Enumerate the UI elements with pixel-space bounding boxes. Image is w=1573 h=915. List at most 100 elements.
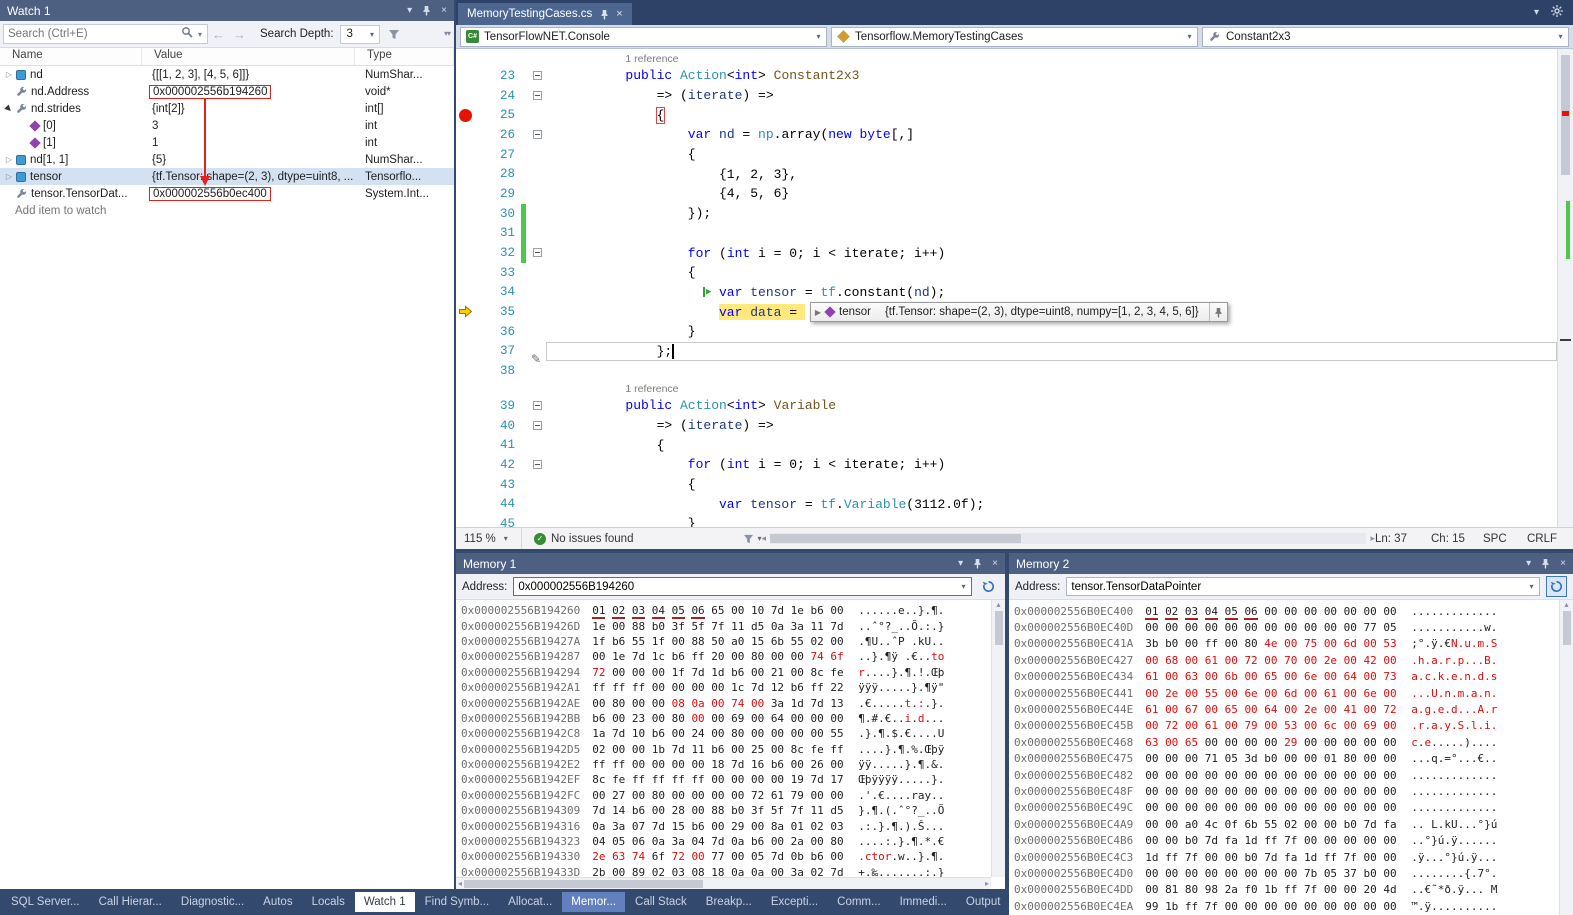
bottom-tab-allocat[interactable]: Allocat...: [499, 892, 561, 912]
codelens-references[interactable]: 1 reference: [625, 53, 678, 65]
watch-row[interactable]: tensor.TensorDat...0x000002556b0ec400Sys…: [0, 185, 454, 202]
code-line-32[interactable]: 32for (int i = 0; i < iterate; i++): [456, 243, 1557, 263]
gear-icon[interactable]: [1551, 5, 1563, 20]
memory-1-hex-dump[interactable]: 0x000002556B1942600102030405066500107d1e…: [456, 600, 1005, 889]
watch-row[interactable]: Add item to watch: [0, 202, 454, 219]
scroll-left-icon[interactable]: ◂: [761, 533, 766, 544]
bottom-tab-locals[interactable]: Locals: [303, 892, 354, 912]
expander-closed-icon[interactable]: ▷: [3, 172, 15, 181]
bottom-tab-comm[interactable]: Comm...: [828, 892, 889, 912]
search-back-icon[interactable]: ←: [212, 27, 225, 42]
datatip-expander-icon[interactable]: ▶: [811, 308, 825, 317]
chevron-down-icon[interactable]: ▾: [1553, 32, 1568, 41]
expander-open-icon[interactable]: ▶: [2, 101, 17, 116]
code-line-39[interactable]: 39public Action<int> Variable: [456, 396, 1557, 416]
filter-icon[interactable]: [388, 29, 400, 40]
scroll-right-icon[interactable]: ▸: [985, 879, 989, 888]
close-icon[interactable]: ×: [992, 559, 998, 569]
code-line-26[interactable]: 26var nd = np.array(new byte[,]: [456, 125, 1557, 145]
address-combo[interactable]: ▾: [513, 577, 972, 596]
code-line-45[interactable]: 45}: [456, 514, 1557, 527]
watch-column-type[interactable]: Type: [355, 48, 454, 65]
bottom-tab-memor[interactable]: Memor...: [562, 892, 625, 912]
project-dropdown[interactable]: C# TensorFlowNET.Console ▾: [460, 27, 827, 47]
chevron-down-icon[interactable]: ▾: [504, 534, 508, 543]
pin-icon[interactable]: [1541, 558, 1550, 569]
watch-titlebar[interactable]: Watch 1 ▾ ×: [0, 0, 454, 21]
code-line-43[interactable]: 43{: [456, 475, 1557, 495]
code-line-29[interactable]: 29{4, 5, 6}: [456, 184, 1557, 204]
chevron-down-icon[interactable]: ▾: [366, 30, 379, 39]
fold-collapse-icon[interactable]: [533, 421, 542, 430]
close-icon[interactable]: ×: [1560, 559, 1566, 569]
code-line-30[interactable]: 30});: [456, 204, 1557, 224]
window-menu-icon[interactable]: ▾: [958, 559, 963, 569]
editor-horizontal-scrollbar[interactable]: [770, 533, 1366, 544]
code-line-24[interactable]: 24=> (iterate) =>: [456, 86, 1557, 106]
code-line-25[interactable]: 25{: [456, 105, 1557, 125]
breakpoint-icon[interactable]: [459, 109, 472, 122]
memory-2-hex-dump[interactable]: 0x000002556B0EC4000102030405060000000000…: [1009, 600, 1573, 915]
watch-row[interactable]: ▷nd{[[1, 2, 3], [4, 5, 6]]}NumShar...: [0, 66, 454, 83]
code-line-31[interactable]: 31: [456, 224, 1557, 244]
watch-row[interactable]: [0]3int: [0, 117, 454, 134]
pin-icon[interactable]: [422, 5, 431, 16]
bottom-tab-immedi[interactable]: Immedi...: [891, 892, 956, 912]
document-list-chevron-icon[interactable]: ▾: [1534, 7, 1539, 18]
watch-column-value[interactable]: Value: [142, 48, 355, 65]
code-line-37[interactable]: 37✎};: [456, 342, 1557, 362]
watch-row[interactable]: ▷nd[1, 1]{5}NumShar...: [0, 151, 454, 168]
fold-collapse-icon[interactable]: [533, 71, 542, 80]
expander-closed-icon[interactable]: ▷: [3, 155, 15, 164]
bottom-tab-diagnostic[interactable]: Diagnostic...: [172, 892, 253, 912]
code-line-40[interactable]: 40=> (iterate) =>: [456, 416, 1557, 436]
refresh-icon[interactable]: [978, 576, 999, 597]
fold-collapse-icon[interactable]: [533, 130, 542, 139]
chevron-down-icon[interactable]: ▾: [1182, 32, 1197, 41]
scrollbar-thumb[interactable]: [770, 534, 1021, 543]
code-line-28[interactable]: 28{1, 2, 3},: [456, 164, 1557, 184]
pin-icon[interactable]: [600, 9, 609, 20]
bottom-tab-excepti[interactable]: Excepti...: [762, 892, 827, 912]
member-dropdown[interactable]: Constant2x3 ▾: [1202, 27, 1569, 47]
code-line-34[interactable]: 34var tensor = tf.constant(nd);▶: [456, 283, 1557, 303]
codelens-references[interactable]: 1 reference: [625, 383, 678, 395]
toolbar-overflow-icon[interactable]: ▾▾: [444, 29, 450, 38]
type-dropdown[interactable]: Tensorflow.MemoryTestingCases ▾: [831, 27, 1198, 47]
address-combo[interactable]: ▾: [1066, 577, 1540, 596]
bottom-tab-autos[interactable]: Autos: [254, 892, 301, 912]
bottom-tab-call-hierar[interactable]: Call Hierar...: [90, 892, 171, 912]
code-area[interactable]: 1 reference23public Action<int> Constant…: [456, 49, 1573, 527]
watch-row[interactable]: ▷tensor{tf.Tensor: shape=(2, 3), dtype=u…: [0, 168, 454, 185]
bottom-tab-find-symb[interactable]: Find Symb...: [416, 892, 499, 912]
memory-1-vertical-scrollbar[interactable]: ▲: [991, 600, 1005, 877]
scrollbar-thumb[interactable]: [1563, 611, 1571, 645]
fold-collapse-icon[interactable]: [533, 91, 542, 100]
watch-row[interactable]: ▶nd.strides{int[2]}int[]: [0, 100, 454, 117]
run-to-cursor-icon[interactable]: ▶: [703, 287, 711, 298]
pin-icon[interactable]: [1209, 303, 1227, 321]
code-line-35[interactable]: 35var data = ▶tensor{tf.Tensor: shape=(2…: [456, 302, 1557, 322]
code-line-33[interactable]: 33{: [456, 263, 1557, 283]
memory-1-titlebar[interactable]: Memory 1 ▾ ×: [456, 553, 1005, 574]
scrollbar-thumb[interactable]: [995, 611, 1003, 645]
window-menu-icon[interactable]: ▾: [407, 6, 412, 16]
watch-column-name[interactable]: Name: [0, 48, 142, 65]
bottom-tab-breakp[interactable]: Breakp...: [697, 892, 761, 912]
close-icon[interactable]: ×: [616, 8, 622, 20]
diagnostics-filter[interactable]: ▾: [743, 534, 761, 544]
address-input[interactable]: [514, 581, 956, 593]
code-line-27[interactable]: 27{: [456, 145, 1557, 165]
code-line-23[interactable]: 23public Action<int> Constant2x3: [456, 66, 1557, 86]
code-line-36[interactable]: 36}: [456, 322, 1557, 342]
code-line-41[interactable]: 41{: [456, 435, 1557, 455]
pin-icon[interactable]: [973, 558, 982, 569]
watch-row[interactable]: nd.Address0x000002556b194260void*: [0, 83, 454, 100]
code-line-38[interactable]: 38: [456, 361, 1557, 381]
chevron-down-icon[interactable]: ▾: [811, 32, 826, 41]
chevron-down-icon[interactable]: ▾: [956, 582, 971, 591]
search-options-caret-icon[interactable]: ▾: [193, 30, 207, 39]
zoom-select[interactable]: 115 % ▾: [456, 528, 522, 549]
fold-collapse-icon[interactable]: [533, 460, 542, 469]
bottom-tab-sql-server[interactable]: SQL Server...: [2, 892, 89, 912]
